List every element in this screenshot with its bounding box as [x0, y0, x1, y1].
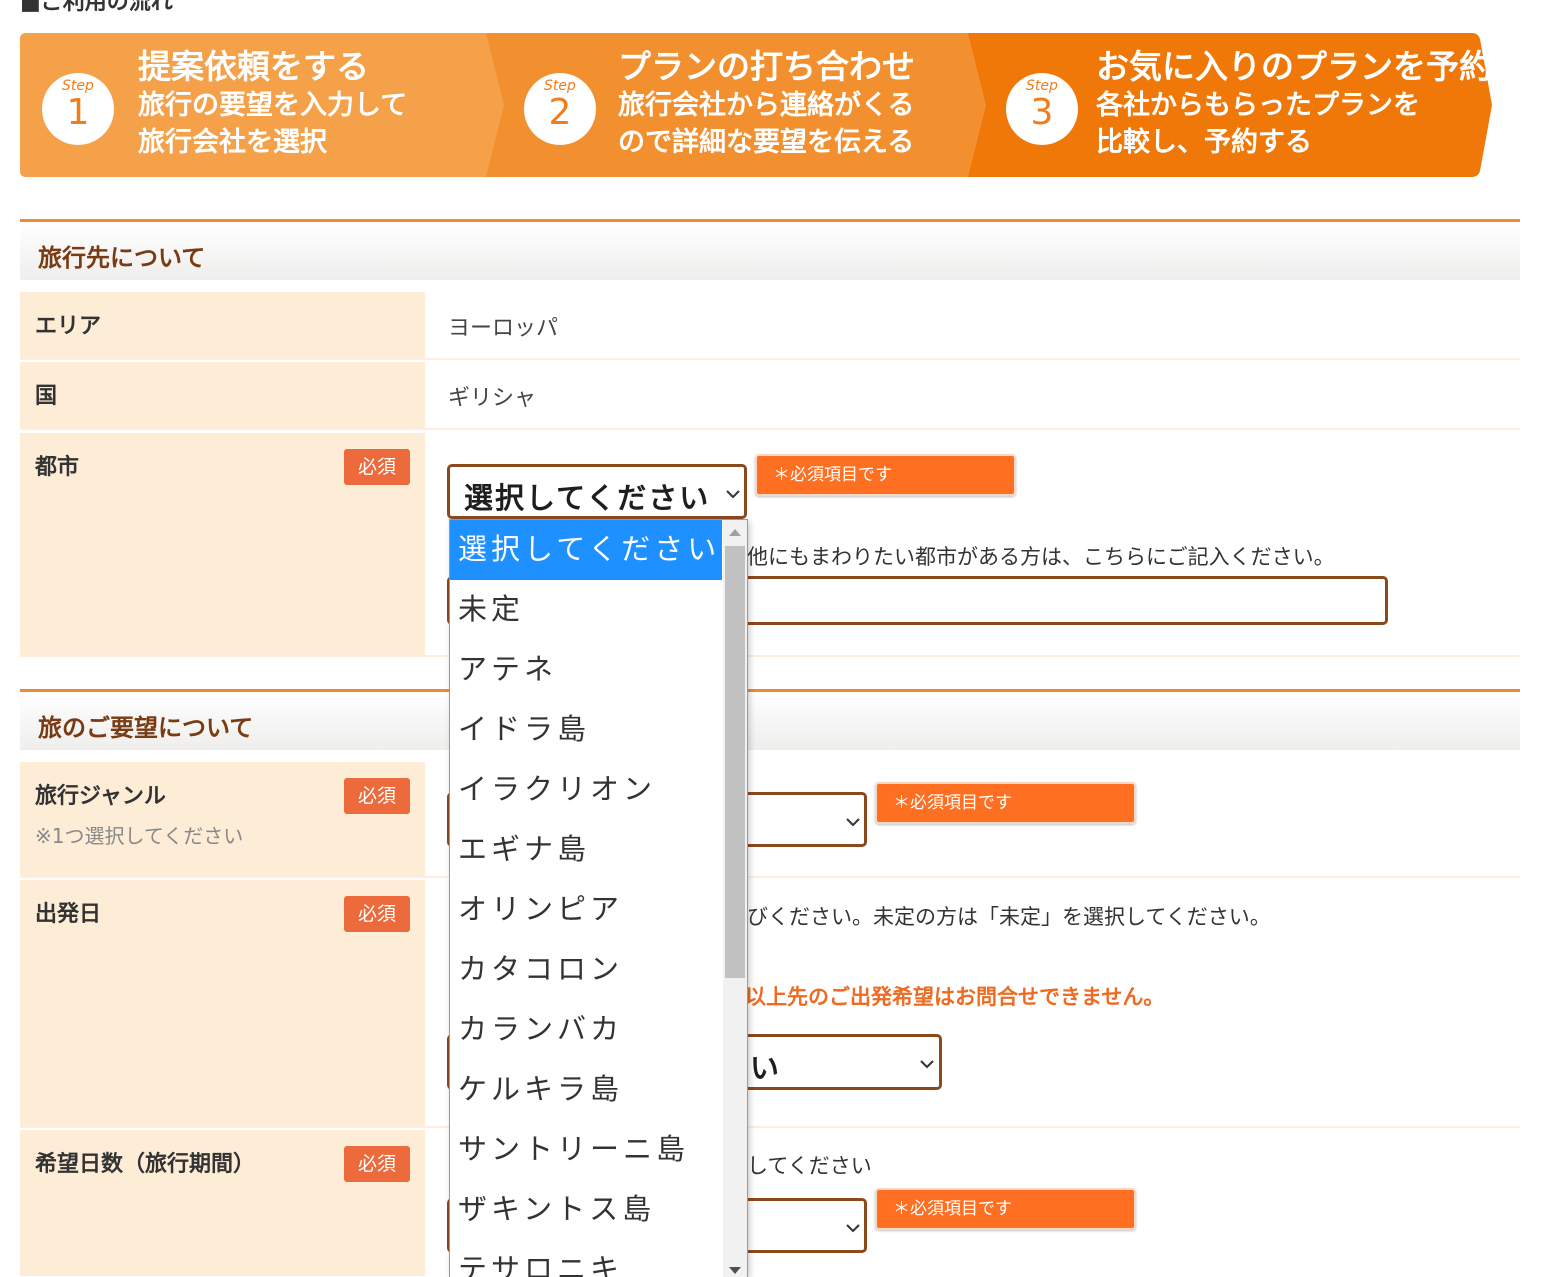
step-2-badge: Step 2 — [524, 73, 596, 145]
request-heading: 旅のご要望について — [38, 714, 254, 742]
required-badge: 必須 — [344, 778, 410, 814]
city-label: 都市 — [35, 455, 80, 480]
days-label-cell: 希望日数（旅行期間） 必須 — [20, 1130, 425, 1276]
city-option[interactable]: イドラ島 — [450, 700, 722, 760]
genre-note: ※1つ選択してください — [35, 824, 244, 848]
country-label: 国 — [35, 384, 58, 409]
area-value: ヨーロッパ — [448, 316, 559, 341]
city-select-value: 選択してください — [464, 481, 711, 515]
city-option[interactable]: エギナ島 — [450, 820, 722, 880]
area-label-cell: エリア — [20, 292, 425, 358]
genre-label-cell: 旅行ジャンル ※1つ選択してください 必須 — [20, 762, 425, 876]
step-1-text: 提案依頼をする 旅行の要望を入力して 旅行会社を選択 — [138, 47, 407, 161]
step-3-line2: 比較し、予約する — [1096, 127, 1312, 158]
step-3-title: お気に入りのプランを予約 — [1096, 47, 1492, 86]
dropdown-scrollbar-thumb[interactable] — [725, 546, 745, 978]
step-2-text: プランの打ち合わせ 旅行会社から連絡がくる ので詳細な要望を伝える — [618, 47, 915, 161]
city-option[interactable]: カタコロン — [450, 940, 722, 1000]
area-label: エリア — [35, 314, 102, 339]
step-3-line1: 各社からもらったプランを — [1096, 90, 1420, 121]
city-error-badge: ＊必須項目です — [755, 454, 1016, 496]
step-3-badge: Step 3 — [1006, 73, 1078, 145]
flow-title: ■ご利用の流れ — [20, 0, 173, 15]
required-badge: 必須 — [344, 1146, 410, 1182]
step-2-line2: ので詳細な要望を伝える — [618, 127, 915, 158]
days-note: してください — [747, 1154, 872, 1178]
required-badge: 必須 — [344, 449, 410, 485]
chevron-down-icon — [920, 1060, 934, 1069]
city-select[interactable]: 選択してください — [447, 464, 747, 519]
country-label-cell: 国 — [20, 362, 425, 428]
city-option[interactable]: カランバカ — [450, 1000, 722, 1060]
other-city-note: 他にもまわりたい都市がある方は、こちらにご記入ください。 — [747, 545, 1335, 569]
step-2-title: プランの打ち合わせ — [618, 47, 915, 86]
city-label-cell: 都市 必須 — [20, 433, 425, 655]
city-option-selected[interactable]: 選択してください — [450, 520, 722, 580]
country-row: 国 ギリシャ — [20, 362, 1520, 430]
genre-label: 旅行ジャンル — [35, 784, 166, 809]
city-option[interactable]: イラクリオン — [450, 760, 722, 820]
country-value: ギリシャ — [448, 386, 537, 411]
chevron-down-icon — [846, 818, 860, 827]
depart-warning: 以上先のご出発希望はお問合せできません。 — [745, 985, 1165, 1009]
city-option[interactable]: アテネ — [450, 640, 722, 700]
depart-note: びください。未定の方は「未定」を選択してください。 — [747, 905, 1271, 929]
step-1-line1: 旅行の要望を入力して — [138, 90, 408, 121]
step-1-title: 提案依頼をする — [138, 47, 369, 86]
chevron-down-icon — [726, 490, 740, 499]
genre-error-badge: ＊必須項目です — [875, 782, 1136, 824]
city-option[interactable]: サントリーニ島 — [450, 1120, 722, 1180]
step-1-line2: 旅行会社を選択 — [138, 127, 327, 158]
scroll-up-arrow-icon[interactable] — [729, 529, 741, 536]
city-option[interactable]: 未定 — [450, 580, 722, 640]
depart-select-value: い — [750, 1051, 782, 1085]
scroll-down-arrow-icon[interactable] — [729, 1267, 741, 1274]
city-option[interactable]: テサロニキ — [450, 1240, 722, 1277]
city-option[interactable]: ザキントス島 — [450, 1180, 722, 1240]
days-label: 希望日数（旅行期間） — [35, 1152, 256, 1177]
city-option[interactable]: ケルキラ島 — [450, 1060, 722, 1120]
destination-heading: 旅行先について — [38, 244, 206, 272]
flow-steps: Step 1 提案依頼をする 旅行の要望を入力して 旅行会社を選択 Step 2… — [20, 33, 1492, 177]
city-option[interactable]: オリンピア — [450, 880, 722, 940]
depart-label: 出発日 — [35, 902, 102, 927]
chevron-down-icon — [846, 1224, 860, 1233]
destination-section-header: 旅行先について — [20, 219, 1520, 280]
area-row: エリア ヨーロッパ — [20, 292, 1520, 360]
city-dropdown-list[interactable]: 選択してください 未定 アテネ イドラ島 イラクリオン エギナ島 オリンピア カ… — [449, 519, 748, 1277]
days-error-badge: ＊必須項目です — [875, 1188, 1136, 1230]
request-section-header: 旅のご要望について — [20, 689, 1520, 750]
depart-label-cell: 出発日 必須 — [20, 880, 425, 1126]
step-2-line1: 旅行会社から連絡がくる — [618, 90, 915, 121]
required-badge: 必須 — [344, 896, 410, 932]
step-1-badge: Step 1 — [42, 73, 114, 145]
step-3-text: お気に入りのプランを予約 各社からもらったプランを 比較し、予約する — [1096, 47, 1492, 161]
